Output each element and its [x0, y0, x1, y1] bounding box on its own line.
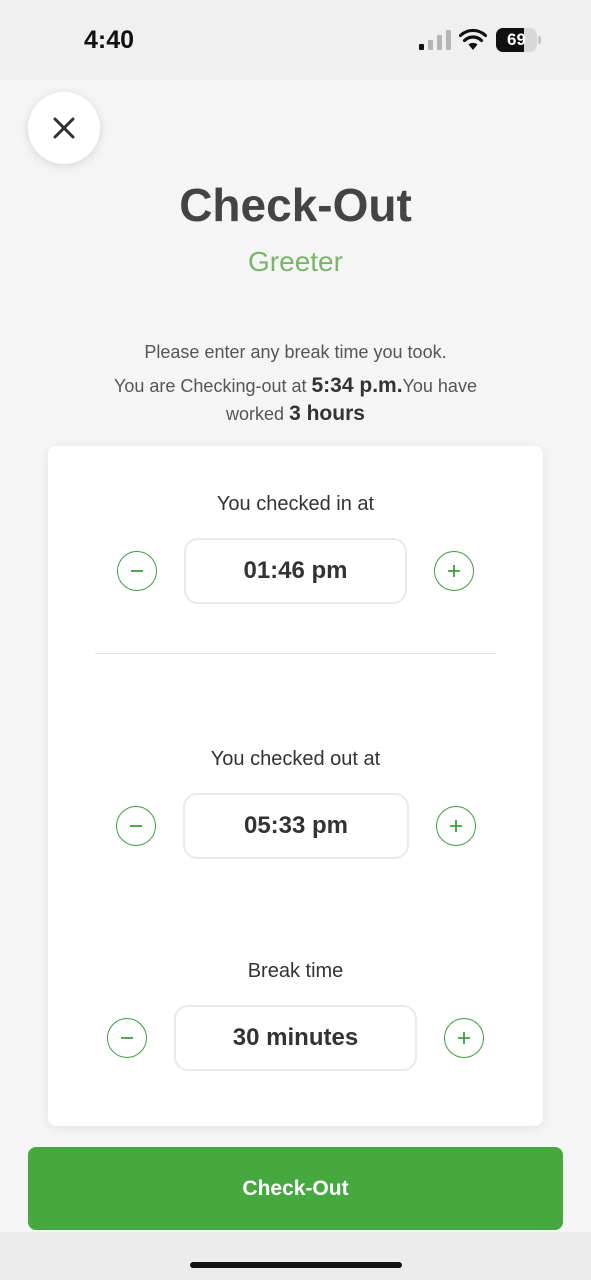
break-time-decrement-button[interactable] [107, 1018, 147, 1058]
battery-cap [538, 36, 541, 44]
break-time-increment-button[interactable] [444, 1018, 484, 1058]
checked-out-time-field[interactable]: 05:33 pm [183, 793, 409, 859]
role-label: Greeter [248, 246, 343, 277]
checked-in-increment-button[interactable] [434, 551, 474, 591]
page-title: Check-Out [179, 179, 412, 231]
checked-in-decrement-button[interactable] [117, 551, 157, 591]
checked-in-label: You checked in at [216, 493, 375, 515]
checked-in-time-field[interactable]: 01:46 pm [184, 538, 407, 604]
checkout-button[interactable]: Check-Out [28, 1147, 563, 1230]
close-icon [53, 117, 75, 139]
minus-icon [121, 1037, 133, 1039]
section-divider [95, 653, 496, 654]
break-time-field[interactable]: 30 minutes [174, 1005, 417, 1071]
wifi-icon [459, 28, 487, 50]
battery-body: 69 [496, 28, 537, 52]
cellular-signal-icon [419, 30, 451, 50]
battery-icon: 69 [496, 28, 542, 52]
minus-icon [130, 825, 142, 827]
minus-icon [131, 570, 143, 572]
summary-prefix: You are Checking-out at [114, 376, 312, 396]
checked-out-label: You checked out at [210, 748, 381, 770]
plus-icon [448, 565, 460, 577]
home-indicator[interactable] [190, 1262, 402, 1268]
plus-icon [450, 820, 462, 832]
status-time: 4:40 [84, 26, 135, 54]
checked-out-increment-button[interactable] [436, 806, 476, 846]
checked-out-decrement-button[interactable] [116, 806, 156, 846]
battery-level: 69 [507, 30, 526, 49]
bottom-safe-area [0, 1232, 591, 1280]
break-time-label: Break time [247, 960, 344, 982]
checkout-time: 5:34 p.m. [311, 374, 403, 397]
status-bar: 4:40 69 [0, 0, 591, 80]
checkout-summary: You are Checking-out at 5:34 p.m.You hav… [110, 372, 481, 428]
plus-icon [458, 1032, 470, 1044]
instructions-text: Please enter any break time you took. [144, 342, 447, 362]
worked-hours: 3 hours [289, 402, 365, 425]
close-button[interactable] [28, 92, 100, 164]
